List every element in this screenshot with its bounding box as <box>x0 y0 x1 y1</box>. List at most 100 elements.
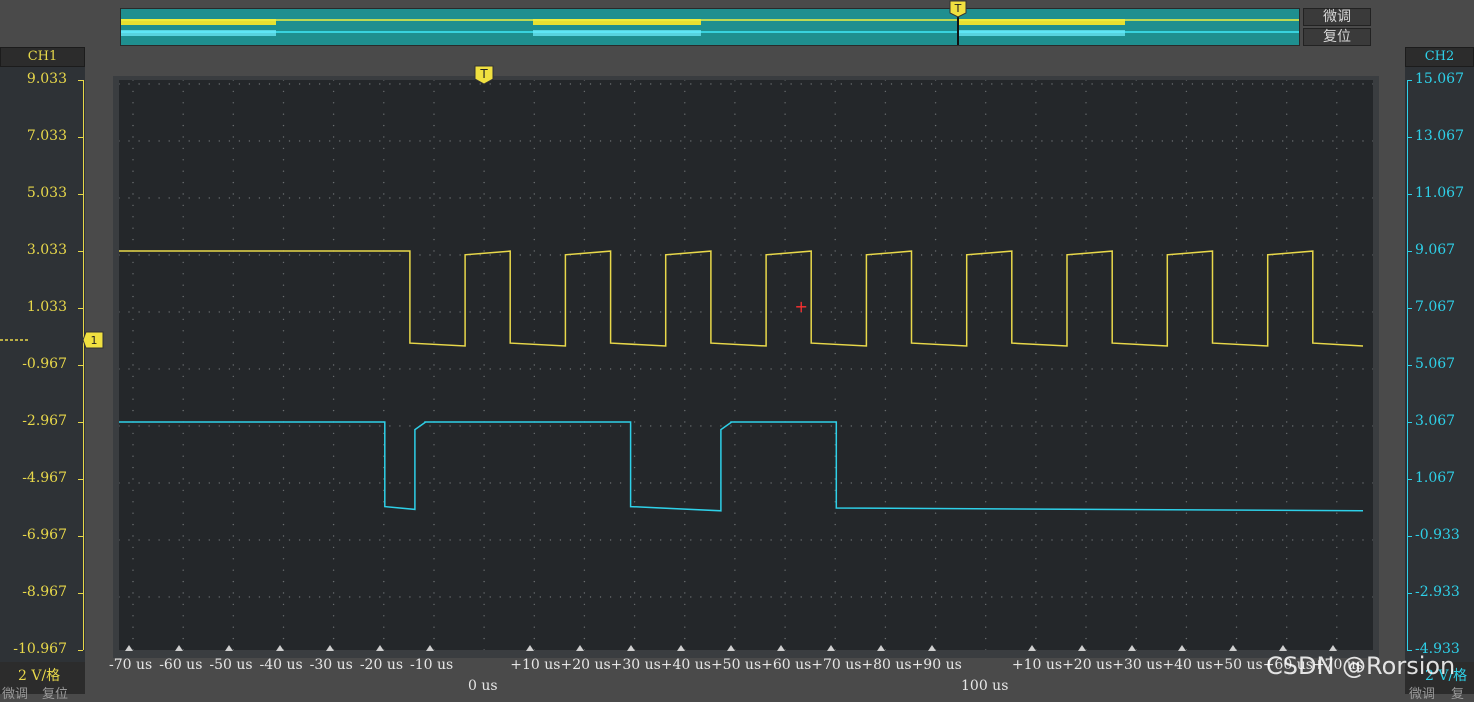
grid-dot <box>1302 311 1304 313</box>
grid-dot <box>834 273 836 275</box>
grid-dot <box>1241 140 1244 142</box>
grid-dot <box>1336 478 1338 480</box>
grid-dot <box>483 637 485 640</box>
grid-dot <box>132 261 134 264</box>
grid-dot <box>533 523 535 526</box>
grid-dot <box>1336 603 1338 606</box>
overview-trigger-icon[interactable]: T <box>949 0 967 18</box>
grid-dot <box>282 330 285 332</box>
ch2-reset-button[interactable]: 复 <box>1451 683 1464 702</box>
grid-dot <box>820 596 822 598</box>
grid-dot <box>1286 330 1288 332</box>
grid-dot <box>1251 425 1254 427</box>
grid-dot <box>1336 352 1338 355</box>
trigger-position-icon[interactable]: T <box>474 65 494 85</box>
grid-dot <box>834 238 836 241</box>
grid-dot <box>750 368 752 370</box>
y-tick-label: 7.033 <box>26 128 67 144</box>
grid-dot <box>934 535 937 537</box>
grid-dot <box>419 596 421 598</box>
grid-dot <box>985 592 987 594</box>
grid-dot <box>419 197 421 199</box>
ch1-reset-button[interactable]: 复位 <box>42 683 68 702</box>
grid-dot <box>308 197 311 199</box>
grid-dot <box>680 311 682 313</box>
grid-dot <box>884 558 887 560</box>
grid-dot <box>232 558 234 560</box>
grid-dot <box>1211 482 1214 484</box>
grid-dot <box>332 273 335 275</box>
grid-dot <box>1235 113 1238 115</box>
grid-dot <box>640 425 642 427</box>
grid-dot <box>1286 375 1288 378</box>
ch1-scale-label[interactable]: 2 V/格 <box>18 665 60 685</box>
ch1-fine-tune-button[interactable]: 微调 <box>2 683 28 702</box>
grid-dot <box>228 425 231 427</box>
grid-dot <box>533 409 535 412</box>
grid-dot <box>760 254 762 256</box>
grid-dot <box>1336 637 1338 640</box>
grid-dot <box>770 197 772 199</box>
grid-dot <box>533 90 535 93</box>
grid-dot <box>1312 596 1314 598</box>
overview-reset-button[interactable]: 复位 <box>1303 28 1371 46</box>
grid-dot <box>1051 83 1053 85</box>
grid-dot <box>934 375 937 378</box>
grid-dot <box>182 124 184 127</box>
grid-dot <box>684 250 686 252</box>
waveform-plot[interactable]: + <box>118 79 1388 655</box>
grid-dot <box>884 124 887 127</box>
ch2-label[interactable]: CH2 <box>1405 47 1474 67</box>
grid-dot <box>934 478 937 480</box>
grid-dot <box>1302 596 1304 598</box>
grid-dot <box>834 603 836 606</box>
grid-dot <box>880 254 883 256</box>
grid-dot <box>684 124 686 127</box>
ch1-level-marker[interactable]: 1 <box>0 330 106 350</box>
grid-dot <box>529 596 531 598</box>
grid-dot <box>1292 482 1294 484</box>
grid-dot <box>1085 466 1087 469</box>
grid-dot <box>599 368 602 370</box>
y-tick-label: 3.067 <box>1415 413 1456 429</box>
grid-dot <box>559 482 562 484</box>
grid-dot <box>583 615 586 617</box>
grid-dot <box>389 425 391 427</box>
grid-dot <box>429 368 431 370</box>
grid-dot <box>1185 455 1188 457</box>
grid-dot <box>1151 539 1154 541</box>
cursor-crosshair-icon[interactable]: + <box>794 297 807 316</box>
ch2-fine-tune-button[interactable]: 微调 <box>1409 683 1435 702</box>
ch1-label[interactable]: CH1 <box>0 47 85 67</box>
grid-dot <box>178 425 180 427</box>
grid-dot <box>168 197 170 199</box>
grid-dot <box>734 90 736 93</box>
grid-dot <box>1372 596 1374 598</box>
grid-dot <box>1161 482 1164 484</box>
grid-dot <box>1085 387 1087 389</box>
grid-dot <box>860 140 863 142</box>
grid-dot <box>934 295 937 298</box>
overview-fine-tune-button[interactable]: 微调 <box>1303 8 1371 26</box>
grid-dot <box>1372 425 1374 427</box>
grid-dot <box>268 311 271 313</box>
grid-dot <box>640 311 642 313</box>
grid-dot <box>132 113 134 115</box>
grid-dot <box>684 466 686 469</box>
grid-dot <box>884 204 887 207</box>
x-tick-label: -20 us <box>359 657 404 673</box>
grid-dot <box>730 197 732 199</box>
grid-dot <box>1312 368 1314 370</box>
grid-dot <box>332 615 335 617</box>
grid-dot <box>583 603 586 606</box>
grid-dot <box>784 455 786 457</box>
grid-dot <box>961 596 963 598</box>
grid-dot <box>1201 254 1204 256</box>
grid-dot <box>985 535 987 537</box>
grid-dot <box>1201 368 1204 370</box>
grid-dot <box>332 159 335 161</box>
grid-dot <box>1201 425 1204 427</box>
grid-dot <box>734 409 736 412</box>
grid-dot <box>1035 432 1037 435</box>
waveform-overview[interactable] <box>120 8 1300 46</box>
